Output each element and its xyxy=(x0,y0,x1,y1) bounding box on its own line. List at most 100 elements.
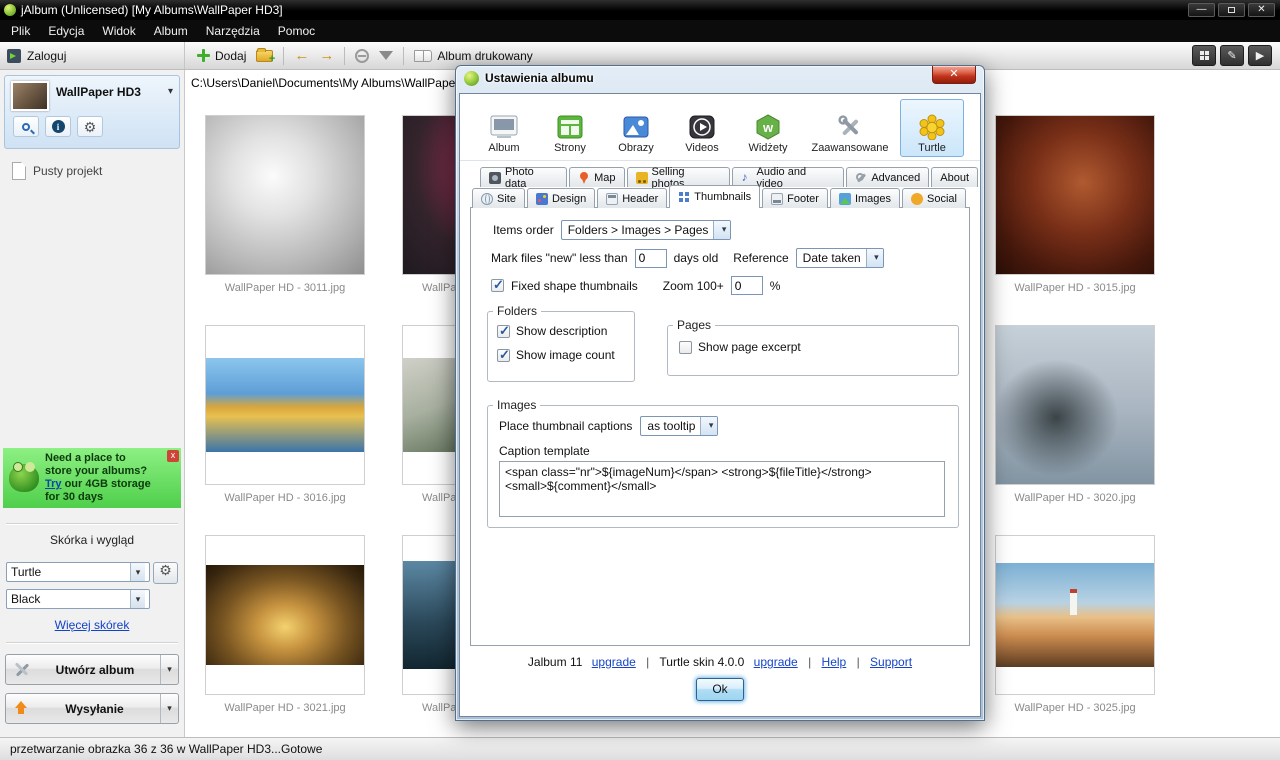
fixed-shape-row: Fixed shape thumbnails Zoom 100+ % xyxy=(491,276,780,295)
help-link[interactable]: Help xyxy=(822,655,847,669)
tab-audio-video[interactable]: Audio and video xyxy=(732,167,845,187)
skin-upgrade-link[interactable]: upgrade xyxy=(754,655,798,669)
menu-album[interactable]: Album xyxy=(145,21,197,41)
music-note-icon xyxy=(741,172,753,184)
mark-new-input[interactable] xyxy=(635,249,667,268)
more-skins-link[interactable]: Więcej skórek xyxy=(0,618,184,632)
tab-social[interactable]: Social xyxy=(902,188,966,208)
tab-images[interactable]: Images xyxy=(830,188,900,208)
dialog-close-button[interactable]: ✕ xyxy=(932,66,976,84)
nav-album[interactable]: Album xyxy=(472,99,536,157)
upload-dropdown[interactable]: ▾ xyxy=(160,694,178,723)
items-order-select[interactable]: Folders > Images > Pages xyxy=(561,220,732,240)
tab-selling-photos[interactable]: Selling photos xyxy=(627,167,730,187)
tiles-view-button[interactable] xyxy=(1192,45,1216,66)
close-button[interactable]: ✕ xyxy=(1248,3,1275,17)
nav-zaawansowane[interactable]: Zaawansowane xyxy=(802,99,898,157)
support-link[interactable]: Support xyxy=(870,655,912,669)
menu-plik[interactable]: Plik xyxy=(2,21,39,41)
nav-widzety[interactable]: w Widżety xyxy=(736,99,800,157)
print-album-icon xyxy=(414,50,432,62)
remove-button[interactable] xyxy=(355,49,369,63)
thumbnail-3011[interactable] xyxy=(205,115,365,275)
zoom-label: Zoom 100+ xyxy=(663,279,724,293)
upload-button[interactable]: Wysyłanie ▾ xyxy=(5,693,179,724)
login-button[interactable]: Zaloguj xyxy=(7,49,66,63)
ad-close-button[interactable]: x xyxy=(167,450,179,462)
upgrade-link[interactable]: upgrade xyxy=(592,655,636,669)
menu-edycja[interactable]: Edycja xyxy=(39,21,93,41)
forward-icon: → xyxy=(319,47,334,64)
dialog-titlebar[interactable]: Ustawienia albumu xyxy=(455,65,985,91)
nav-strony[interactable]: Strony xyxy=(538,99,602,157)
wallpaper-image xyxy=(996,116,1154,274)
skin-select[interactable]: Turtle ▾ xyxy=(6,562,150,582)
thumbnail-3015[interactable] xyxy=(995,115,1155,275)
caption-template-textarea[interactable]: <span class="nr">${imageNum}</span> <str… xyxy=(499,461,945,517)
nav-turtle[interactable]: Turtle xyxy=(900,99,964,157)
captions-select[interactable]: as tooltip xyxy=(640,416,718,436)
restore-button[interactable] xyxy=(1218,3,1245,17)
add-folder-button[interactable] xyxy=(256,50,273,62)
reference-select[interactable]: Date taken xyxy=(796,248,884,268)
show-page-excerpt-checkbox[interactable] xyxy=(679,341,692,354)
forward-button[interactable]: → xyxy=(319,49,334,63)
skin-settings-button[interactable]: ⚙ xyxy=(153,562,178,584)
camera-icon xyxy=(489,172,501,184)
chevron-down-icon[interactable]: ▾ xyxy=(168,81,173,97)
settings-button[interactable]: ⚙ xyxy=(77,116,103,137)
empty-project-item[interactable]: Pusty projekt xyxy=(12,162,102,180)
login-icon xyxy=(7,49,21,63)
tab-advanced[interactable]: Advanced xyxy=(846,167,929,187)
nav-obrazy[interactable]: Obrazy xyxy=(604,99,668,157)
show-description-checkbox[interactable] xyxy=(497,325,510,338)
create-album-dropdown[interactable]: ▾ xyxy=(160,655,178,684)
print-album-button[interactable]: Album drukowany xyxy=(414,49,532,63)
back-button[interactable]: ← xyxy=(294,49,309,63)
thumbnail-caption: WallPaper HD - 3025.jpg xyxy=(995,702,1155,714)
create-album-button[interactable]: Utwórz album ▾ xyxy=(5,654,179,685)
ok-button[interactable]: Ok xyxy=(696,678,744,701)
slideshow-icon: ▶ xyxy=(1256,49,1264,62)
tab-about[interactable]: About xyxy=(931,167,978,187)
show-image-count-checkbox[interactable] xyxy=(497,349,510,362)
gear-icon: ⚙ xyxy=(84,120,97,134)
edit-button[interactable]: ✎ xyxy=(1220,45,1244,66)
search-button[interactable] xyxy=(13,116,39,137)
thumbnail-caption: WallPaper HD - 3015.jpg xyxy=(995,282,1155,294)
tab-site[interactable]: Site xyxy=(472,188,525,208)
tab-photo-data[interactable]: Photo data xyxy=(480,167,567,187)
svg-text:w: w xyxy=(762,120,774,135)
minimize-button[interactable]: — xyxy=(1188,3,1215,17)
fixed-shape-checkbox[interactable] xyxy=(491,279,504,292)
tab-footer[interactable]: Footer xyxy=(762,188,828,208)
ad-try-link[interactable]: Try xyxy=(45,478,62,490)
search-icon xyxy=(22,123,30,131)
frog-icon xyxy=(9,464,39,492)
window-titlebar[interactable]: jAlbum (Unlicensed) [My Albums\WallPaper… xyxy=(0,0,1280,20)
social-icon xyxy=(911,193,923,205)
add-button[interactable]: Dodaj xyxy=(197,49,246,63)
menu-narzedzia[interactable]: Narzędzia xyxy=(197,21,269,41)
menu-pomoc[interactable]: Pomoc xyxy=(269,21,324,41)
nav-videos[interactable]: Videos xyxy=(670,99,734,157)
divider xyxy=(6,642,178,643)
filter-button[interactable] xyxy=(379,51,393,60)
statusbar: przetwarzanie obrazka 36 z 36 w WallPape… xyxy=(0,737,1280,760)
tab-map[interactable]: Map xyxy=(569,167,624,187)
thumbnail-3020[interactable] xyxy=(995,325,1155,485)
thumbnail-3016[interactable] xyxy=(205,325,365,485)
zoom-input[interactable] xyxy=(731,276,763,295)
folders-group: Folders Show description Show image coun… xyxy=(487,304,635,382)
thumbnail-3025[interactable] xyxy=(995,535,1155,695)
thumbnail-3021[interactable] xyxy=(205,535,365,695)
tab-thumbnails[interactable]: Thumbnails xyxy=(669,185,760,208)
style-select[interactable]: Black ▾ xyxy=(6,589,150,609)
tab-header[interactable]: Header xyxy=(597,188,667,208)
project-selector[interactable]: WallPaper HD3 ▾ i ⚙ xyxy=(4,75,180,149)
project-thumbnail xyxy=(11,81,49,111)
tab-design[interactable]: Design xyxy=(527,188,595,208)
info-button[interactable]: i xyxy=(45,116,71,137)
menu-widok[interactable]: Widok xyxy=(93,21,144,41)
slideshow-button[interactable]: ▶ xyxy=(1248,45,1272,66)
